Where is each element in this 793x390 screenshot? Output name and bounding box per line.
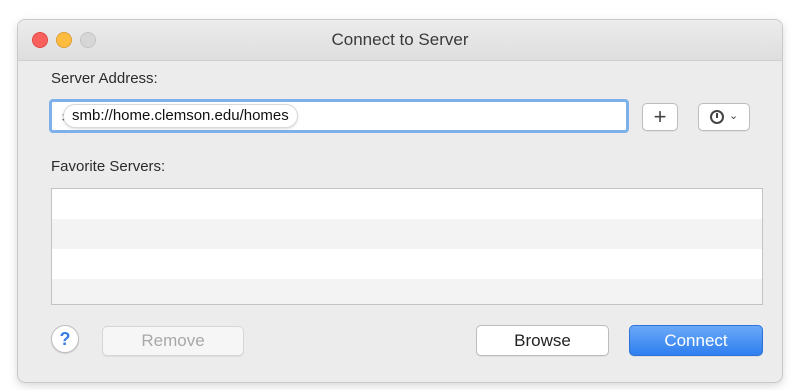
list-row: [52, 249, 762, 279]
server-address-field[interactable]: smb://home.clemson.edu/homes: [49, 99, 629, 133]
window-title: Connect to Server: [331, 30, 469, 49]
list-row: [52, 189, 762, 219]
favorite-servers-label: Favorite Servers:: [51, 158, 166, 175]
list-row: [52, 279, 762, 304]
help-button[interactable]: ?: [51, 325, 79, 353]
add-favorite-button[interactable]: +: [642, 103, 678, 131]
connect-to-server-window: Connect to Server Server Address: smb://…: [18, 20, 782, 382]
list-row: [52, 219, 762, 249]
favorite-servers-list[interactable]: [51, 188, 763, 305]
recent-servers-button[interactable]: ⌄: [698, 103, 750, 131]
remove-button: Remove: [102, 326, 244, 356]
chevron-down-icon: ⌄: [729, 110, 739, 122]
clock-icon: [710, 110, 724, 124]
title-bar: Connect to Server: [18, 20, 782, 61]
connect-button[interactable]: Connect: [629, 325, 763, 356]
browse-button[interactable]: Browse: [476, 325, 609, 356]
server-address-label: Server Address:: [51, 70, 158, 87]
server-address-value: smb://home.clemson.edu/homes: [64, 105, 297, 127]
